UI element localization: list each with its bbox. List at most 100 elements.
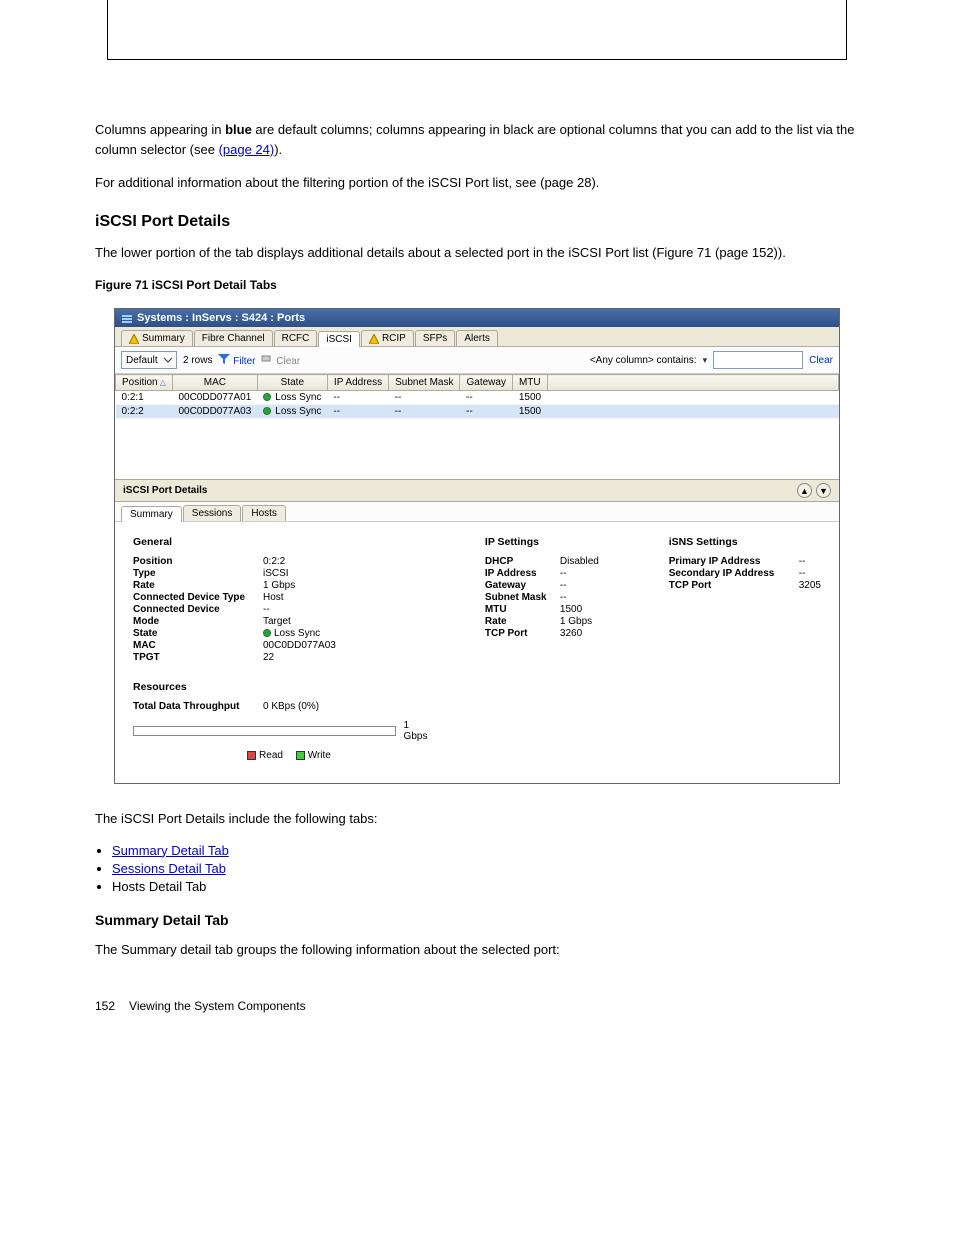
value: -- xyxy=(263,604,270,615)
label: Connected Device Type xyxy=(133,592,263,603)
group-isns: iSNS Settings xyxy=(669,536,821,548)
intro-block: Columns appearing in blue are default co… xyxy=(95,120,859,193)
collapse-up-icon[interactable]: ▲ xyxy=(797,483,812,498)
label: TCP Port xyxy=(669,580,799,591)
col-mask[interactable]: Subnet Mask xyxy=(389,375,460,391)
text-bold: blue xyxy=(225,122,252,137)
app-icon xyxy=(121,312,133,324)
value: iSCSI xyxy=(263,568,289,579)
eraser-icon xyxy=(261,354,273,364)
tab-label: Fibre Channel xyxy=(202,333,265,344)
value: 0:2:2 xyxy=(263,556,285,567)
kv-row: TPGT22 xyxy=(133,652,435,663)
detail-pane-header: iSCSI Port Details ▲ ▼ xyxy=(115,479,839,502)
kv-row: Secondary IP Address-- xyxy=(669,568,821,579)
figure-label: Figure 71 iSCSI Port Detail Tabs xyxy=(95,276,859,294)
label: TCP Port xyxy=(485,628,560,639)
label: Rate xyxy=(133,580,263,591)
label: MAC xyxy=(133,640,263,651)
filter-icon xyxy=(218,354,230,364)
subsection-heading: Summary Detail Tab xyxy=(95,912,859,928)
label: Connected Device xyxy=(133,604,263,615)
chevron-down-icon[interactable]: ▾ xyxy=(703,355,708,366)
value: 1500 xyxy=(560,604,582,615)
window-title: Systems : InServs : S424 : Ports xyxy=(137,312,305,324)
clear-filter-button[interactable]: Clear xyxy=(809,355,833,366)
tab-fibre-channel[interactable]: Fibre Channel xyxy=(194,330,273,346)
page-footer: 152 Viewing the System Components xyxy=(95,999,859,1013)
tab-label: Summary xyxy=(142,333,185,344)
warning-icon xyxy=(369,334,379,344)
label: Secondary IP Address xyxy=(669,568,799,579)
bar-max: 1 Gbps xyxy=(404,720,435,742)
label: Rate xyxy=(485,616,560,627)
label: TPGT xyxy=(133,652,263,663)
text: For additional information about the fil… xyxy=(95,173,859,193)
value: 1 Gbps xyxy=(263,580,295,591)
group-general: General xyxy=(133,536,435,548)
page-link[interactable]: (page 24) xyxy=(219,142,275,157)
tab-alerts[interactable]: Alerts xyxy=(456,330,498,346)
group-resources: Resources xyxy=(133,681,435,693)
kv-row: DHCPDisabled xyxy=(485,556,619,567)
value: -- xyxy=(560,580,567,591)
status-dot-icon xyxy=(263,629,271,637)
main-tabs: Summary Fibre Channel RCFC iSCSI RCIP SF… xyxy=(115,327,839,347)
row-count: 2 rows xyxy=(183,355,212,366)
kv-row: IP Address-- xyxy=(485,568,619,579)
blank-area xyxy=(115,419,839,479)
value: -- xyxy=(560,592,567,603)
view-select[interactable]: Default xyxy=(121,351,177,369)
col-gateway[interactable]: Gateway xyxy=(460,375,512,391)
kv-row: MAC00C0DD077A03 xyxy=(133,640,435,651)
value: Target xyxy=(263,616,291,627)
detail-title: iSCSI Port Details xyxy=(123,485,207,496)
text: The lower portion of the tab displays ad… xyxy=(95,243,859,263)
details-body: General Position0:2:2TypeiSCSIRate1 Gbps… xyxy=(115,522,839,783)
kv-row: Rate1 Gbps xyxy=(133,580,435,591)
status-dot-icon xyxy=(263,407,271,415)
tab-hosts-detail[interactable]: Hosts xyxy=(242,505,286,521)
link-sessions-tab[interactable]: Sessions Detail Tab xyxy=(112,861,226,876)
tab-sfps[interactable]: SFPs xyxy=(415,330,455,346)
throughput-bar xyxy=(133,726,396,736)
value: 00C0DD077A03 xyxy=(263,640,336,651)
group-ip: IP Settings xyxy=(485,536,619,548)
col-position[interactable]: Position xyxy=(116,375,173,391)
value: Host xyxy=(263,592,284,603)
label: Total Data Throughput xyxy=(133,701,263,712)
label: Position xyxy=(133,556,263,567)
kv-row: Gateway-- xyxy=(485,580,619,591)
table-row[interactable]: 0:2:100C0DD077A01Loss Sync------1500 xyxy=(116,391,839,405)
section-heading: iSCSI Port Details xyxy=(95,213,859,231)
value: -- xyxy=(799,568,806,579)
text: The Summary detail tab groups the follow… xyxy=(95,940,859,960)
label: Type xyxy=(133,568,263,579)
col-state[interactable]: State xyxy=(257,375,327,391)
value: 3260 xyxy=(560,628,582,639)
value: -- xyxy=(799,556,806,567)
tab-iscsi[interactable]: iSCSI xyxy=(318,331,360,347)
kv-row: TCP Port3260 xyxy=(485,628,619,639)
col-mac[interactable]: MAC xyxy=(172,375,257,391)
tab-label: iSCSI xyxy=(326,334,352,345)
tab-rcfc[interactable]: RCFC xyxy=(274,330,318,346)
filter-input[interactable] xyxy=(713,351,803,369)
tab-summary-detail[interactable]: Summary xyxy=(121,506,182,522)
filter-button[interactable]: Filter xyxy=(218,354,255,367)
tab-sessions-detail[interactable]: Sessions xyxy=(183,505,242,521)
table-row[interactable]: 0:2:200C0DD077A03Loss Sync------1500 xyxy=(116,405,839,419)
link-summary-tab[interactable]: Summary Detail Tab xyxy=(112,843,229,858)
tab-rcip[interactable]: RCIP xyxy=(361,330,414,346)
label: Subnet Mask xyxy=(485,592,560,603)
clear-button[interactable]: Clear xyxy=(261,354,300,367)
col-mtu[interactable]: MTU xyxy=(512,375,547,391)
tab-label: RCIP xyxy=(382,333,406,344)
legend-write: Write xyxy=(308,750,331,761)
expand-down-icon[interactable]: ▼ xyxy=(816,483,831,498)
tab-summary[interactable]: Summary xyxy=(121,330,193,346)
kv-row: Connected Device TypeHost xyxy=(133,592,435,603)
partial-table-top xyxy=(107,0,847,60)
col-ip[interactable]: IP Address xyxy=(327,375,388,391)
kv-row: MTU1500 xyxy=(485,604,619,615)
